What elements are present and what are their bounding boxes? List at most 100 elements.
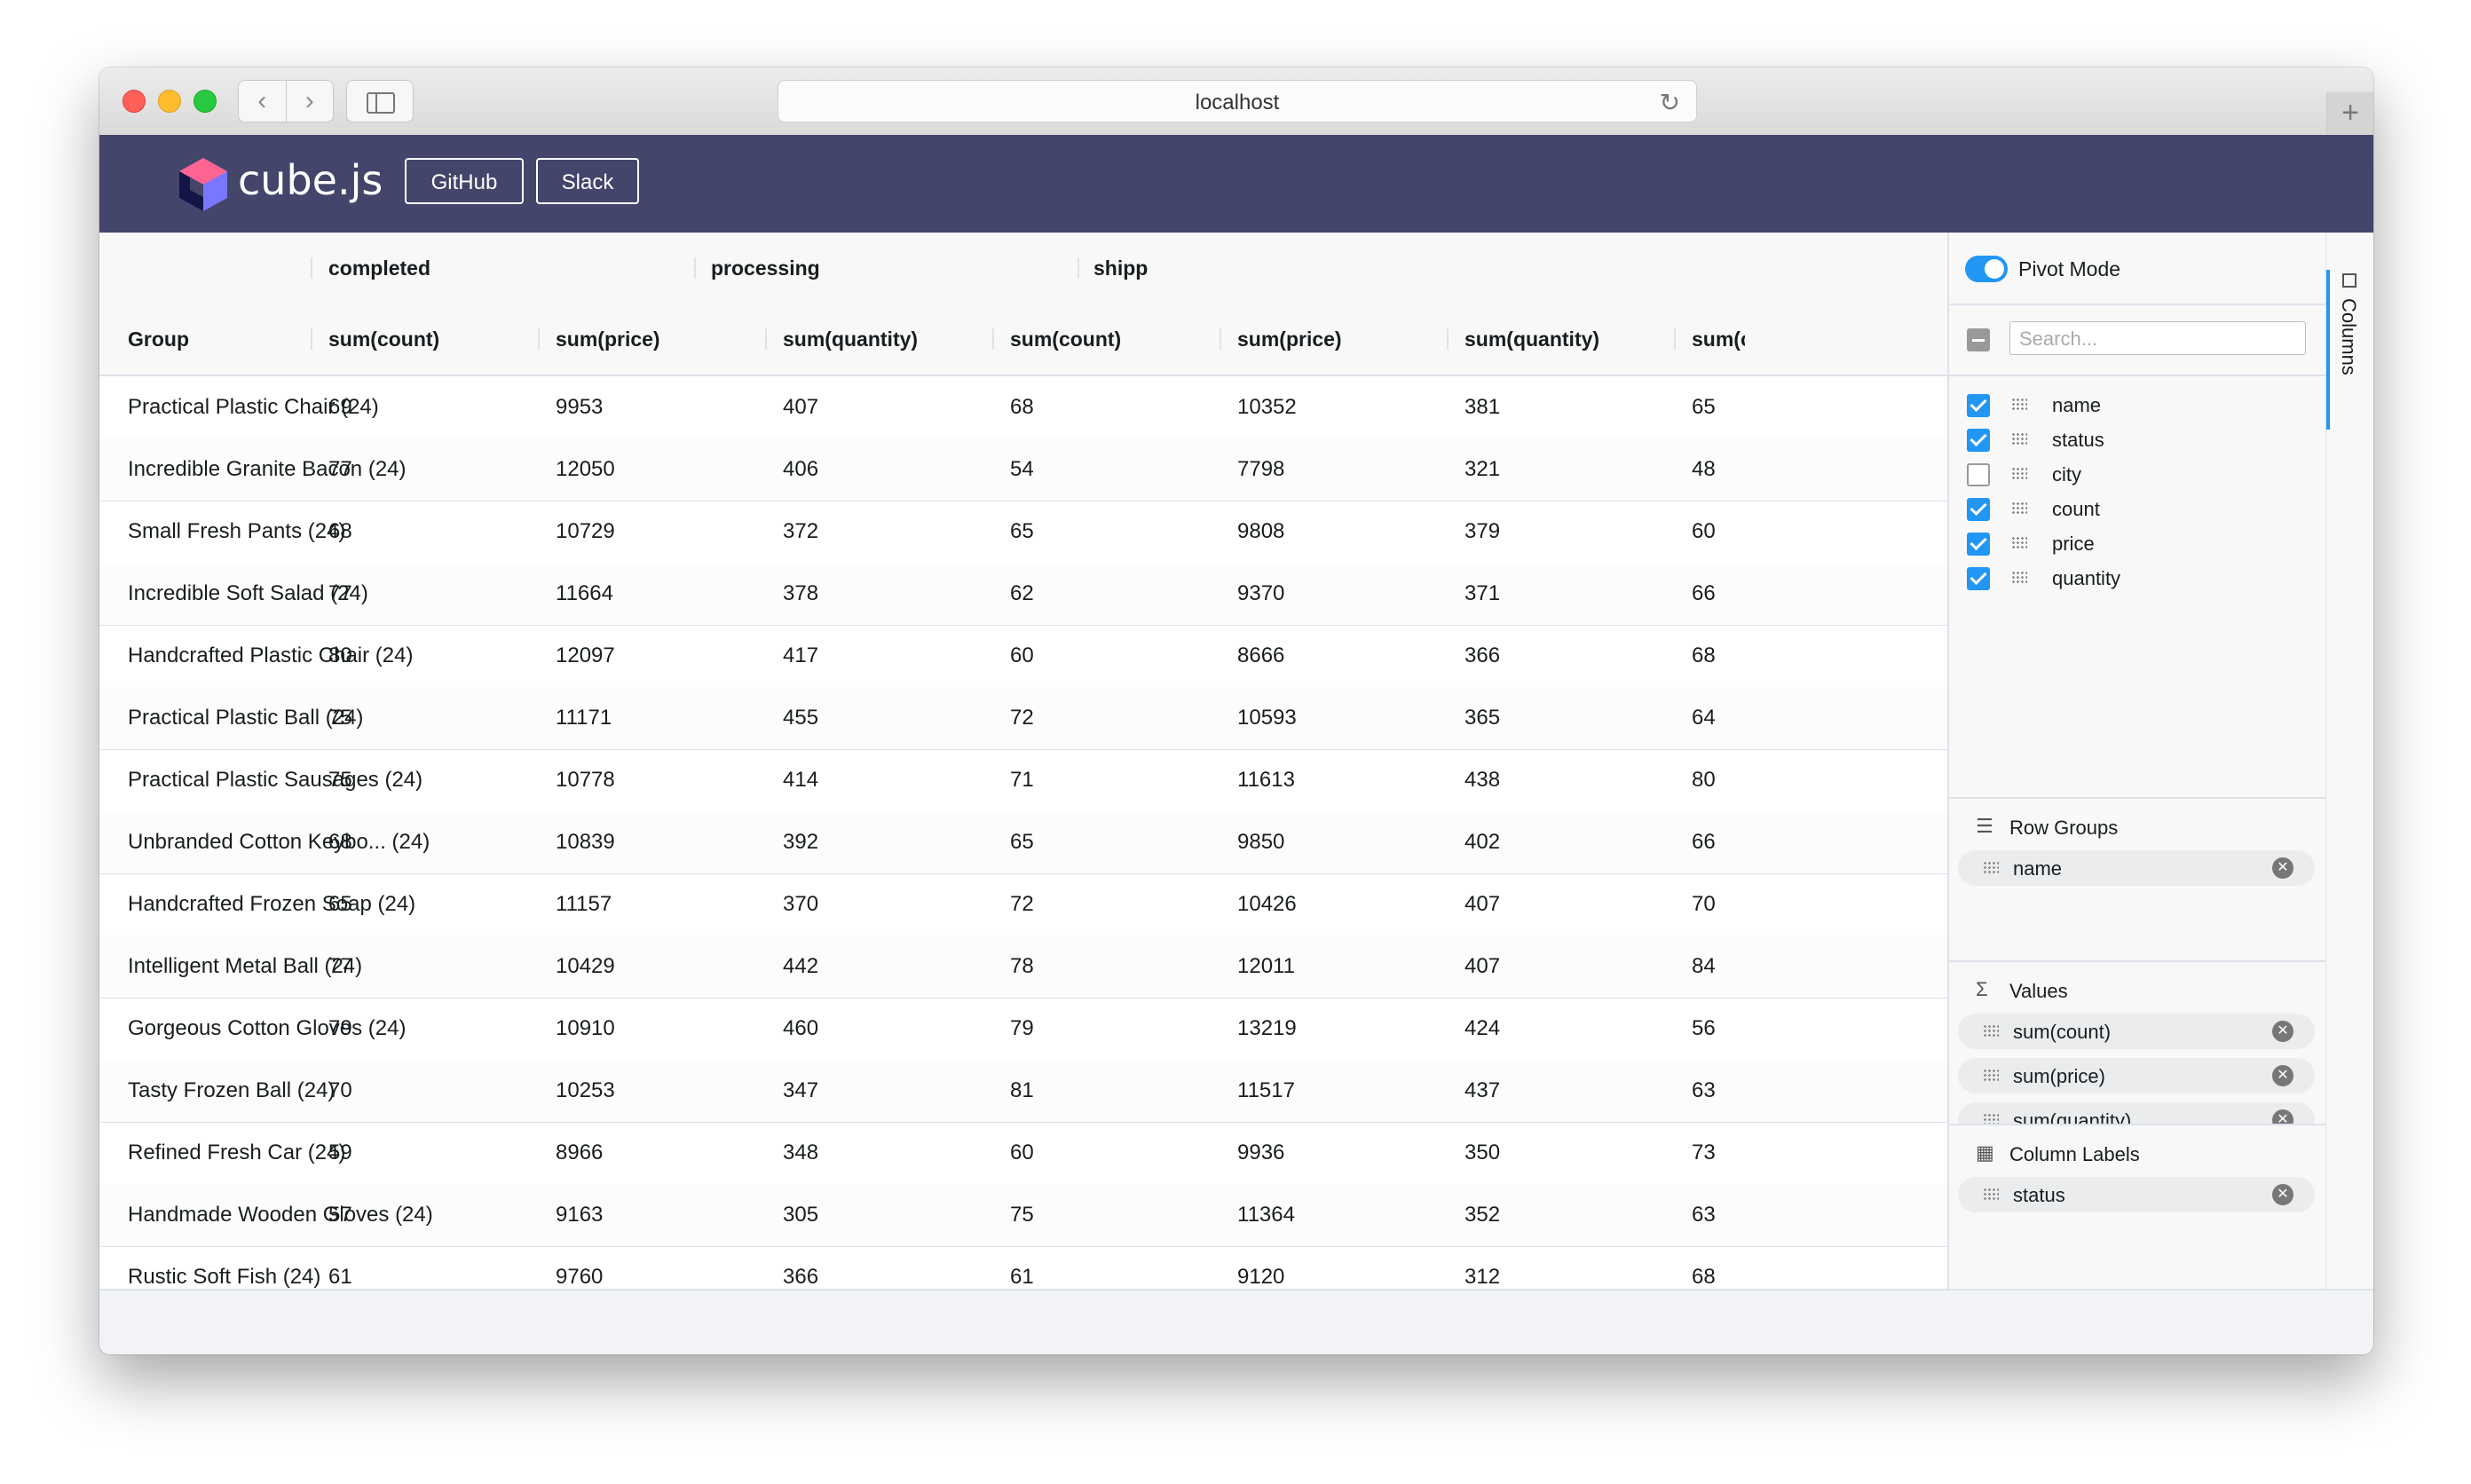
value-cell[interactable]: 72 bbox=[1010, 687, 1034, 749]
value-cell[interactable]: 77 bbox=[328, 563, 352, 625]
value-cell[interactable]: 59 bbox=[328, 1122, 352, 1184]
value-cell[interactable]: 9163 bbox=[556, 1184, 603, 1246]
table-row[interactable]: Practical Plastic Sausages (24) 75 10778 41… bbox=[99, 749, 1947, 812]
minimize-window-button[interactable] bbox=[158, 90, 181, 113]
drag-handle-icon[interactable] bbox=[2011, 398, 2027, 412]
value-cell[interactable]: 65 bbox=[1692, 376, 1716, 438]
value-cell[interactable]: 63 bbox=[1692, 1184, 1716, 1246]
group-cell[interactable]: Handcrafted Frozen Soap (24) bbox=[128, 873, 415, 935]
value-cell[interactable]: 68 bbox=[328, 811, 352, 873]
value-cell[interactable]: 305 bbox=[783, 1184, 818, 1246]
value-cell[interactable]: 70 bbox=[1692, 873, 1716, 935]
value-cell[interactable]: 48 bbox=[1692, 438, 1716, 501]
column-item-count[interactable]: count bbox=[1949, 493, 2325, 527]
value-cell[interactable]: 9120 bbox=[1237, 1246, 1284, 1289]
value-cell[interactable]: 366 bbox=[783, 1246, 818, 1289]
value-cell[interactable]: 75 bbox=[328, 687, 352, 749]
value-cell[interactable]: 381 bbox=[1464, 376, 1500, 438]
value-cell[interactable]: 10839 bbox=[556, 811, 615, 873]
table-row[interactable]: Incredible Granite Bacon (24) 77 12050 406 5… bbox=[99, 438, 1947, 501]
column-group-header[interactable]: processing bbox=[711, 233, 820, 304]
value-cell[interactable]: 365 bbox=[1464, 687, 1500, 749]
remove-icon[interactable]: ✕ bbox=[2272, 1065, 2293, 1086]
value-cell[interactable]: 60 bbox=[1692, 501, 1716, 563]
value-cell[interactable]: 57 bbox=[328, 1184, 352, 1246]
value-cell[interactable]: 7798 bbox=[1237, 438, 1284, 501]
value-cell[interactable]: 62 bbox=[1010, 563, 1034, 625]
value-cell[interactable]: 407 bbox=[783, 376, 818, 438]
remove-icon[interactable]: ✕ bbox=[2272, 857, 2293, 879]
value-cell[interactable]: 63 bbox=[1692, 1060, 1716, 1122]
value-cell[interactable]: 392 bbox=[783, 811, 818, 873]
column-checkbox[interactable] bbox=[1967, 429, 1990, 452]
value-cell[interactable]: 372 bbox=[783, 501, 818, 563]
new-tab-button[interactable]: + bbox=[2326, 92, 2373, 135]
column-label-pill[interactable]: status ✕ bbox=[1958, 1177, 2315, 1212]
value-column-header[interactable]: sum(price) bbox=[1237, 304, 1342, 375]
value-cell[interactable]: 424 bbox=[1464, 998, 1500, 1060]
group-cell[interactable]: Practical Plastic Sausages (24) bbox=[128, 749, 422, 811]
table-row[interactable]: Gorgeous Cotton Gloves (24) 79 10910 460 79 1… bbox=[99, 998, 1947, 1061]
value-cell[interactable]: 460 bbox=[783, 998, 818, 1060]
address-bar[interactable]: localhost ↻ bbox=[778, 80, 1697, 122]
table-row[interactable]: Refined Fresh Car (24) 59 8966 348 60 9936 350… bbox=[99, 1122, 1947, 1185]
value-cell[interactable]: 61 bbox=[1010, 1246, 1034, 1289]
table-row[interactable]: Small Fresh Pants (24) 68 10729 372 65 9808 37… bbox=[99, 501, 1947, 564]
columns-side-tab[interactable]: Columns bbox=[2325, 233, 2373, 1289]
drag-handle-icon[interactable] bbox=[1983, 1069, 1999, 1083]
value-cell[interactable]: 11664 bbox=[556, 563, 613, 625]
value-cell[interactable]: 10253 bbox=[556, 1060, 615, 1122]
forward-button[interactable]: › bbox=[287, 81, 334, 122]
value-cell[interactable]: 70 bbox=[328, 1060, 352, 1122]
column-checkbox[interactable] bbox=[1967, 498, 1990, 521]
table-row[interactable]: Rustic Soft Fish (24) 61 9760 366 61 9120 312 6… bbox=[99, 1246, 1947, 1289]
value-cell[interactable]: 348 bbox=[783, 1122, 818, 1184]
drag-handle-icon[interactable] bbox=[2011, 536, 2027, 550]
value-cell[interactable]: 321 bbox=[1464, 438, 1500, 501]
slack-button[interactable]: Slack bbox=[536, 158, 639, 204]
github-button[interactable]: GitHub bbox=[405, 158, 524, 204]
value-cell[interactable]: 9953 bbox=[556, 376, 603, 438]
value-cell[interactable]: 366 bbox=[1464, 625, 1500, 687]
table-row[interactable]: Practical Plastic Chair (24) 69 9953 407 68 1… bbox=[99, 376, 1947, 439]
value-cell[interactable]: 417 bbox=[783, 625, 818, 687]
value-cell[interactable]: 80 bbox=[1692, 749, 1716, 811]
value-cell[interactable]: 10778 bbox=[556, 749, 615, 811]
value-cell[interactable]: 78 bbox=[1010, 935, 1034, 998]
group-column-header[interactable]: Group bbox=[128, 304, 189, 375]
value-cell[interactable]: 68 bbox=[1692, 1246, 1716, 1289]
value-column-header[interactable]: sum(count) bbox=[1010, 304, 1121, 375]
value-cell[interactable]: 11364 bbox=[1237, 1184, 1295, 1246]
value-cell[interactable]: 80 bbox=[328, 625, 352, 687]
value-pill[interactable]: sum(count) ✕ bbox=[1958, 1014, 2315, 1049]
value-cell[interactable]: 56 bbox=[1692, 998, 1716, 1060]
value-cell[interactable]: 9760 bbox=[556, 1246, 603, 1289]
value-cell[interactable]: 84 bbox=[1692, 935, 1716, 998]
table-row[interactable]: Practical Plastic Ball (24) 75 11171 455 72 1… bbox=[99, 687, 1947, 750]
column-group-header[interactable]: completed bbox=[328, 233, 430, 304]
value-cell[interactable]: 61 bbox=[328, 1246, 352, 1289]
group-cell[interactable]: Unbranded Cotton Keybo... (24) bbox=[128, 811, 430, 873]
value-cell[interactable]: 455 bbox=[783, 687, 818, 749]
value-cell[interactable]: 77 bbox=[328, 438, 352, 501]
value-cell[interactable]: 12011 bbox=[1237, 935, 1295, 998]
value-cell[interactable]: 438 bbox=[1464, 749, 1500, 811]
value-cell[interactable]: 437 bbox=[1464, 1060, 1500, 1122]
value-cell[interactable]: 72 bbox=[1010, 873, 1034, 935]
value-cell[interactable]: 370 bbox=[783, 873, 818, 935]
value-cell[interactable]: 407 bbox=[1464, 873, 1500, 935]
value-cell[interactable]: 77 bbox=[328, 935, 352, 998]
value-cell[interactable]: 9936 bbox=[1237, 1122, 1284, 1184]
table-row[interactable]: Tasty Frozen Ball (24) 70 10253 347 81 11517 4… bbox=[99, 1060, 1947, 1123]
value-cell[interactable]: 66 bbox=[1692, 563, 1716, 625]
value-column-header[interactable]: sum(cou bbox=[1692, 304, 1745, 375]
value-cell[interactable]: 12097 bbox=[556, 625, 615, 687]
value-cell[interactable]: 350 bbox=[1464, 1122, 1500, 1184]
column-checkbox[interactable] bbox=[1967, 394, 1990, 417]
value-cell[interactable]: 9850 bbox=[1237, 811, 1284, 873]
remove-icon[interactable]: ✕ bbox=[2272, 1184, 2293, 1205]
value-cell[interactable]: 12050 bbox=[556, 438, 615, 501]
value-cell[interactable]: 60 bbox=[1010, 1122, 1034, 1184]
value-cell[interactable]: 11157 bbox=[556, 873, 612, 935]
value-cell[interactable]: 378 bbox=[783, 563, 818, 625]
